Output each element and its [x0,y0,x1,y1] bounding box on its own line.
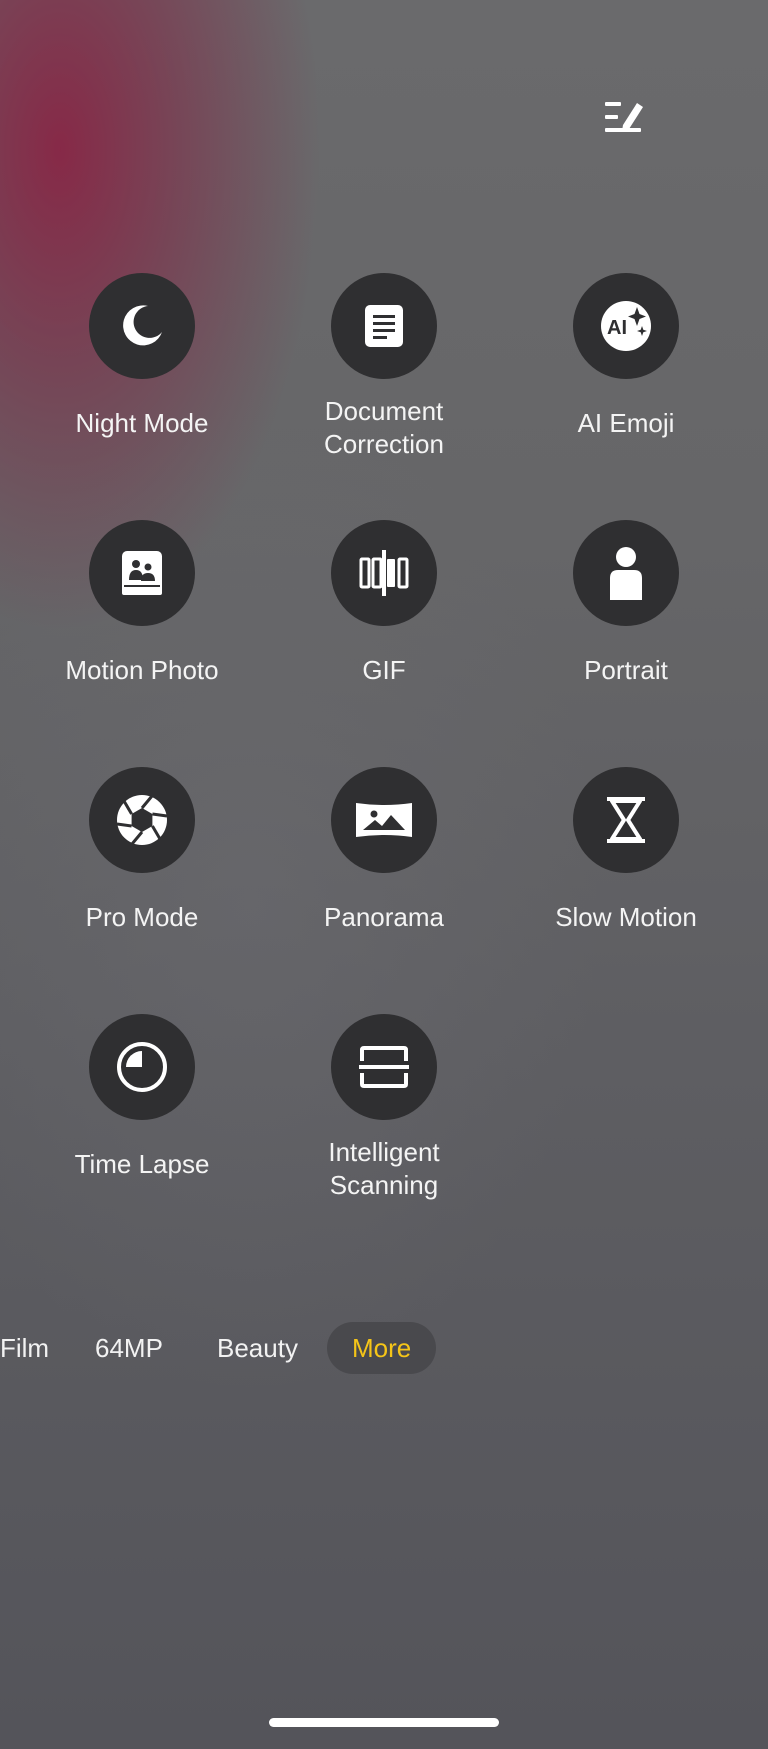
mode-motion-photo[interactable]: Motion Photo [32,520,252,687]
tab-beauty[interactable]: Beauty [217,1322,298,1374]
mode-gif-circle[interactable] [331,520,437,626]
tab-film[interactable]: Film [0,1322,49,1374]
mode-night-circle[interactable] [89,273,195,379]
mode-document-correction-label: Document Correction [324,396,444,459]
ai-emoji-icon: AI [601,301,651,351]
landscape-icon [356,803,412,837]
mode-slow-motion-circle[interactable] [573,767,679,873]
motion-photo-icon [122,551,162,595]
mode-slow-motion-label: Slow Motion [555,902,697,932]
mode-portrait[interactable]: Portrait [516,520,736,687]
edit-list-icon [605,102,643,132]
mode-gif-label: GIF [362,655,406,685]
mode-ai-emoji-label: AI Emoji [577,408,675,438]
mode-gif[interactable]: GIF [274,520,494,687]
mode-intelligent-scanning[interactable]: Intelligent Scanning [274,1014,494,1202]
scan-icon [359,1046,409,1088]
timer-icon [117,1042,167,1092]
aperture-icon [116,795,168,845]
mode-ai-emoji-circle[interactable]: AI [573,273,679,379]
mode-pro-label: Pro Mode [85,902,199,932]
hourglass-icon [607,797,645,843]
mode-portrait-circle[interactable] [573,520,679,626]
mode-time-lapse-circle[interactable] [89,1014,195,1120]
person-icon [610,547,642,600]
mode-slow-motion[interactable]: Slow Motion [516,767,736,934]
mode-panorama[interactable]: Panorama [274,767,494,934]
mode-night-label: Night Mode [75,408,209,438]
mode-motion-photo-circle[interactable] [89,520,195,626]
document-icon [365,305,403,347]
mode-intelligent-scanning-circle[interactable] [331,1014,437,1120]
moon-icon [123,305,162,346]
mode-document-correction[interactable]: Document Correction [274,273,494,461]
mode-night[interactable]: Night Mode [32,273,252,440]
gif-icon [359,550,409,596]
tab-64mp[interactable]: 64MP [95,1322,163,1374]
mode-portrait-label: Portrait [584,655,668,685]
mode-panorama-label: Panorama [324,902,444,932]
tab-more[interactable]: More [327,1322,437,1374]
mode-pro[interactable]: Pro Mode [32,767,252,934]
mode-motion-photo-label: Motion Photo [65,655,219,685]
mode-panorama-circle[interactable] [331,767,437,873]
mode-time-lapse[interactable]: Time Lapse [32,1014,252,1181]
camera-mode-bar[interactable]: Film 64MP Beauty More [0,1322,768,1378]
svg-text:AI: AI [607,317,627,339]
mode-intelligent-scanning-label: Intelligent Scanning [328,1137,440,1200]
edit-modes-button[interactable] [601,94,649,142]
mode-pro-circle[interactable] [89,767,195,873]
home-indicator[interactable] [269,1718,499,1727]
mode-time-lapse-label: Time Lapse [74,1149,210,1179]
mode-ai-emoji[interactable]: AI AI Emoji [516,273,736,440]
mode-document-correction-circle[interactable] [331,273,437,379]
